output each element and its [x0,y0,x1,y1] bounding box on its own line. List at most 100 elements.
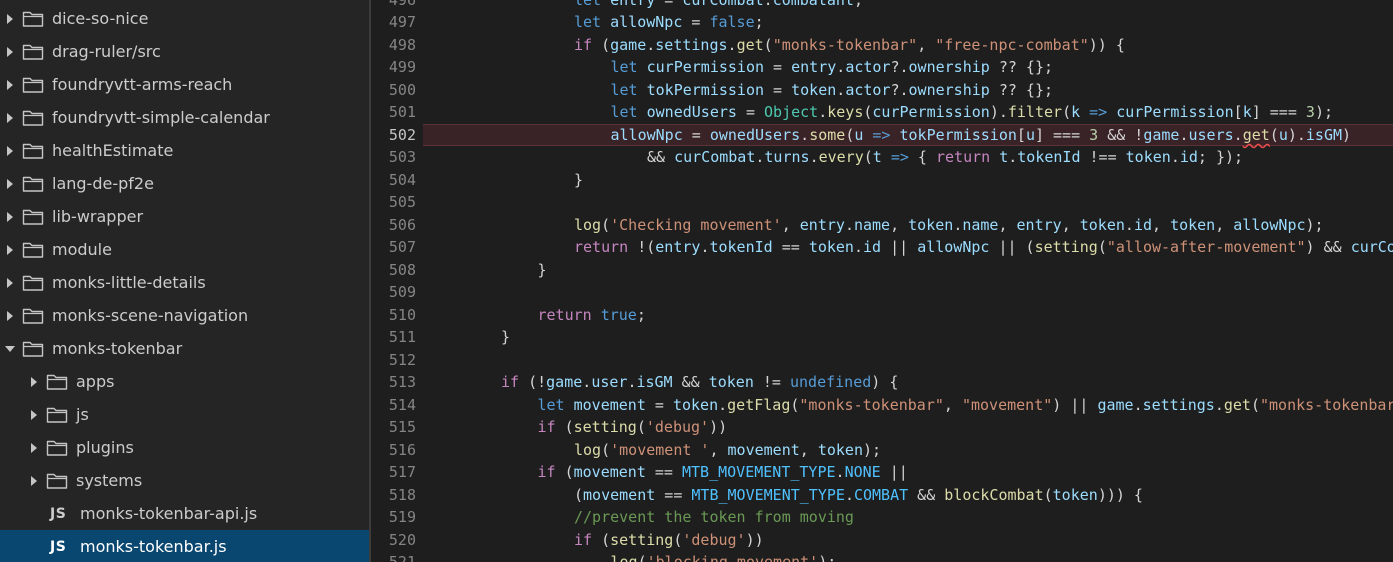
code-token: ) { [871,373,899,392]
tree-item-apps[interactable]: apps [0,365,369,398]
tree-item-monks-tokenbar[interactable]: monks-tokenbar [0,332,369,365]
code-token: curPermission [646,58,765,77]
code-token: && [647,148,675,167]
code-token: filter [1007,103,1063,122]
code-line[interactable]: 511} [371,326,1393,349]
tree-item-foundryvtt-simple-calendar[interactable]: foundryvtt-simple-calendar [0,101,369,134]
code-line[interactable]: 499 let curPermission = entry.actor?.owne… [371,56,1393,79]
code-token: . [1179,125,1189,144]
folder-icon [22,141,46,161]
folder-icon [22,306,46,326]
tree-item-label: foundryvtt-simple-calendar [52,108,270,127]
code-line[interactable]: 518 (movement == MTB_MOVEMENT_TYPE.COMBAT… [371,484,1393,507]
code-line[interactable]: 509 [371,281,1393,304]
tree-item-systems[interactable]: systems [0,464,369,497]
code-line[interactable]: 520 if (setting('debug')) [371,529,1393,552]
code-token: let [610,103,647,122]
tree-item-monks-tokenbar-api-js[interactable]: JS monks-tokenbar-api.js [0,497,369,530]
code-line[interactable]: 500 let tokPermission = token.actor?.owne… [371,79,1393,102]
code-line[interactable]: 508} [371,259,1393,282]
code-text: log('blocking movement'); [611,553,837,562]
code-line[interactable]: 516 log('movement ', movement, token); [371,439,1393,462]
code-token: , [943,395,962,414]
code-line[interactable]: 504} [371,169,1393,192]
code-line[interactable]: 502 allowNpc = ownedUsers.some(u => tokPe… [371,124,1393,147]
chevron-down-icon[interactable] [2,341,18,357]
code-line[interactable]: 515 if (setting('debug')) [371,416,1393,439]
chevron-right-icon[interactable] [2,209,18,225]
code-text: let movement = token.getFlag("monks-toke… [538,396,1393,414]
code-token: ownedUsers [709,125,801,144]
code-token: entry [1016,215,1062,234]
code-token: tokenId [709,238,773,257]
tree-item-dice-so-nice[interactable]: dice-so-nice [0,2,369,35]
tree-item-lang-de-pf2e[interactable]: lang-de-pf2e [0,167,369,200]
code-line[interactable]: 510 return true; [371,304,1393,327]
code-token: ( [845,125,855,144]
code-text: return !(entry.tokenId == token.id || al… [574,238,1393,256]
code-line[interactable]: 519 //prevent the token from moving [371,506,1393,529]
line-number: 507 [388,238,416,257]
tree-item-label: dice-so-nice [52,9,149,28]
tree-item-label: monks-tokenbar-api.js [80,504,258,523]
code-text: let entry = curCombat.combatant; [574,0,863,9]
code-line[interactable]: 521 log('blocking movement'); [371,551,1393,562]
tree-item-monks-scene-navigation[interactable]: monks-scene-navigation [0,299,369,332]
code-line[interactable]: 506 log('Checking movement', entry.name, … [371,214,1393,237]
code-line[interactable]: 497 let allowNpc = false; [371,11,1393,34]
code-token: let [537,395,574,414]
code-line[interactable]: 514 let movement = token.getFlag("monks-t… [371,394,1393,417]
chevron-right-icon[interactable] [26,440,42,456]
code-line[interactable]: 505 [371,191,1393,214]
code-token: allowNpc [1233,215,1306,234]
code-line[interactable]: 496 let entry = curCombat.combatant; [371,0,1393,11]
tree-item-label: healthEstimate [52,141,174,160]
line-number: 506 [388,215,416,234]
code-token: => [881,148,909,167]
tree-item-healthestimate[interactable]: healthEstimate [0,134,369,167]
line-number: 517 [388,463,416,482]
folder-icon [22,75,46,95]
code-token: = [764,80,792,99]
chevron-right-icon[interactable] [26,407,42,423]
code-token: ( [564,418,574,437]
chevron-right-icon[interactable] [2,176,18,192]
tree-item-lib-wrapper[interactable]: lib-wrapper [0,200,369,233]
chevron-right-icon[interactable] [26,473,42,489]
code-token: . [1124,215,1134,234]
code-token: token [808,238,854,257]
chevron-right-icon[interactable] [2,11,18,27]
tree-item-drag-ruler-src[interactable]: drag-ruler/src [0,35,369,68]
tree-item-monks-little-details[interactable]: monks-little-details [0,266,369,299]
code-token: curCombat [674,148,756,167]
code-token: 'movement ' [610,440,710,459]
tree-item-monks-tokenbar-js[interactable]: JS monks-tokenbar.js [0,530,369,562]
tree-item-plugins[interactable]: plugins [0,431,369,464]
code-token: "monks-tokenbar" [799,395,944,414]
chevron-right-icon[interactable] [2,77,18,93]
chevron-right-icon[interactable] [2,275,18,291]
chevron-right-icon[interactable] [2,143,18,159]
code-line[interactable]: 507 return !(entry.tokenId == token.id ||… [371,236,1393,259]
chevron-right-icon[interactable] [2,110,18,126]
code-token: setting [610,530,674,549]
code-line[interactable]: 501 let ownedUsers = Object.keys (curPermi… [371,101,1393,124]
chevron-right-icon[interactable] [26,374,42,390]
code-token: setting [573,418,637,437]
code-token: ); [1314,103,1333,122]
code-line[interactable]: 498 if (game.settings.get("monks-tokenbar… [371,34,1393,57]
tree-item-module[interactable]: module [0,233,369,266]
code-token: [ [1016,125,1026,144]
chevron-right-icon[interactable] [2,44,18,60]
tree-item-foundryvtt-arms-reach[interactable]: foundryvtt-arms-reach [0,68,369,101]
code-line[interactable]: 517 if (movement == MTB_MOVEMENT_TYPE.NON… [371,461,1393,484]
code-editor[interactable]: 496let entry = curCombat.combatant;497le… [371,0,1393,562]
code-line[interactable]: 513 if (!game.user.isGM && token != undef… [371,371,1393,394]
code-token: token [817,440,863,459]
chevron-right-icon[interactable] [2,308,18,324]
chevron-right-icon[interactable] [2,242,18,258]
tree-item-js[interactable]: js [0,398,369,431]
code-line[interactable]: 512 [371,349,1393,372]
code-line[interactable]: 503 && curCombat.turns.every(t => { retur… [371,146,1393,169]
